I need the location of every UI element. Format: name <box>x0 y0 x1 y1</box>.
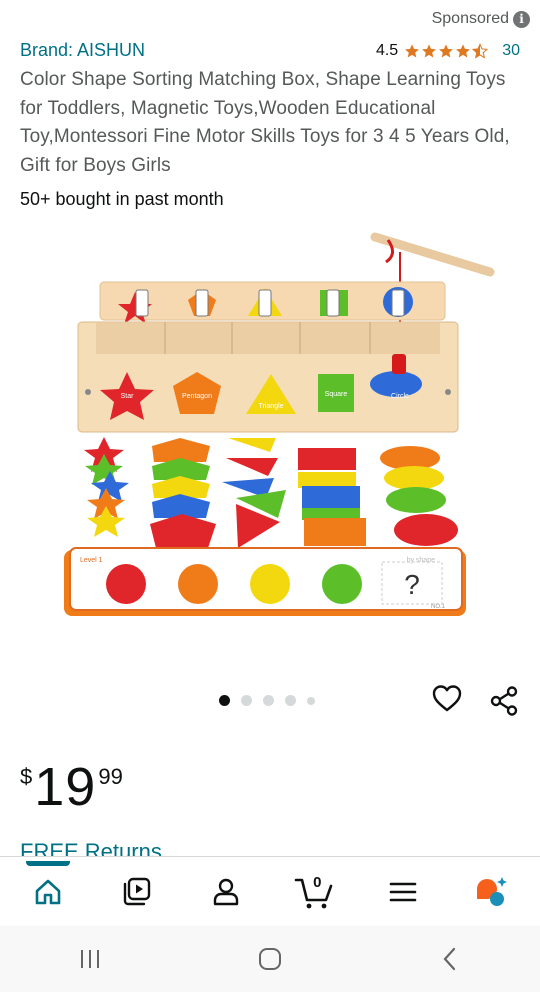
carousel-dot[interactable] <box>307 696 315 705</box>
heart-icon[interactable] <box>431 683 463 713</box>
star-half-icon <box>472 42 489 59</box>
star-full-icon <box>456 43 471 58</box>
price-whole: 19 <box>34 757 97 817</box>
nav-video[interactable] <box>107 862 167 922</box>
home-circle-icon <box>259 948 281 970</box>
rating-count[interactable]: 30 <box>502 42 520 60</box>
rufus-icon <box>476 876 507 906</box>
rating-value: 4.5 <box>375 41 399 59</box>
image-carousel-dots[interactable] <box>219 695 315 706</box>
card-question: ? <box>404 569 420 600</box>
back-system-button[interactable] <box>420 939 480 979</box>
sponsored-text: Sponsored <box>431 10 509 27</box>
recent-apps-button[interactable] <box>60 939 120 979</box>
star-full-icon <box>422 43 437 58</box>
rating-stars <box>404 42 489 59</box>
magnet-hook <box>392 354 406 374</box>
price-symbol: $ <box>20 764 33 789</box>
home-icon <box>36 879 61 904</box>
brand-link[interactable]: Brand: AISHUN <box>20 40 145 61</box>
free-returns-link[interactable]: FREE Returns <box>20 838 162 858</box>
price-fraction: 99 <box>98 764 123 789</box>
brand-rating-row: Brand: AISHUN 4.5 30 <box>20 40 520 61</box>
bottom-nav: 0 <box>0 856 540 926</box>
loose-squares <box>298 448 366 546</box>
loose-stars <box>84 437 129 537</box>
card-level: Level 1 <box>80 557 103 564</box>
product-title: Color Shape Sorting Matching Box, Shape … <box>20 69 510 176</box>
carousel-dot[interactable] <box>241 695 252 706</box>
carousel-dot[interactable] <box>263 695 274 706</box>
loose-pentagons <box>150 438 216 548</box>
nav-cart[interactable]: 0 <box>284 862 344 922</box>
carousel-dot[interactable] <box>285 695 296 706</box>
label-square: Square <box>325 391 348 398</box>
rating[interactable]: 4.5 30 <box>376 42 520 60</box>
price: $ 19 99 <box>20 758 123 816</box>
product-image[interactable]: Star Pentagon Triangle Square Circle Lev… <box>40 222 500 642</box>
label-triangle: Triangle <box>258 403 283 410</box>
label-pentagon: Pentagon <box>182 393 212 400</box>
carousel-dot[interactable] <box>219 695 230 706</box>
sponsored-label[interactable]: Sponsored i <box>432 10 530 28</box>
card-by-shape: by shape <box>407 557 436 564</box>
info-icon[interactable]: i <box>513 10 530 28</box>
home-system-button[interactable] <box>240 939 300 979</box>
nav-account[interactable] <box>196 862 256 922</box>
label-circle: Circle <box>391 393 409 400</box>
loose-triangles <box>222 438 286 548</box>
share-icon[interactable] <box>488 685 520 717</box>
video-icon <box>123 877 151 905</box>
back-chevron-icon <box>443 947 456 971</box>
account-icon <box>213 878 238 905</box>
nav-rufus[interactable] <box>462 862 522 922</box>
cart-count: 0 <box>313 873 322 891</box>
star-full-icon <box>405 43 420 58</box>
system-nav-bar <box>0 926 540 992</box>
loose-circles <box>380 446 458 546</box>
nav-home[interactable] <box>18 860 78 922</box>
card-number: NO.1 <box>431 604 446 610</box>
menu-icon <box>389 882 417 901</box>
star-full-icon <box>439 43 454 58</box>
bought-in-past-month: 50+ bought in past month <box>20 189 224 209</box>
recent-apps-icon <box>81 950 99 968</box>
nav-menu[interactable] <box>373 862 433 922</box>
label-star: Star <box>121 393 135 400</box>
